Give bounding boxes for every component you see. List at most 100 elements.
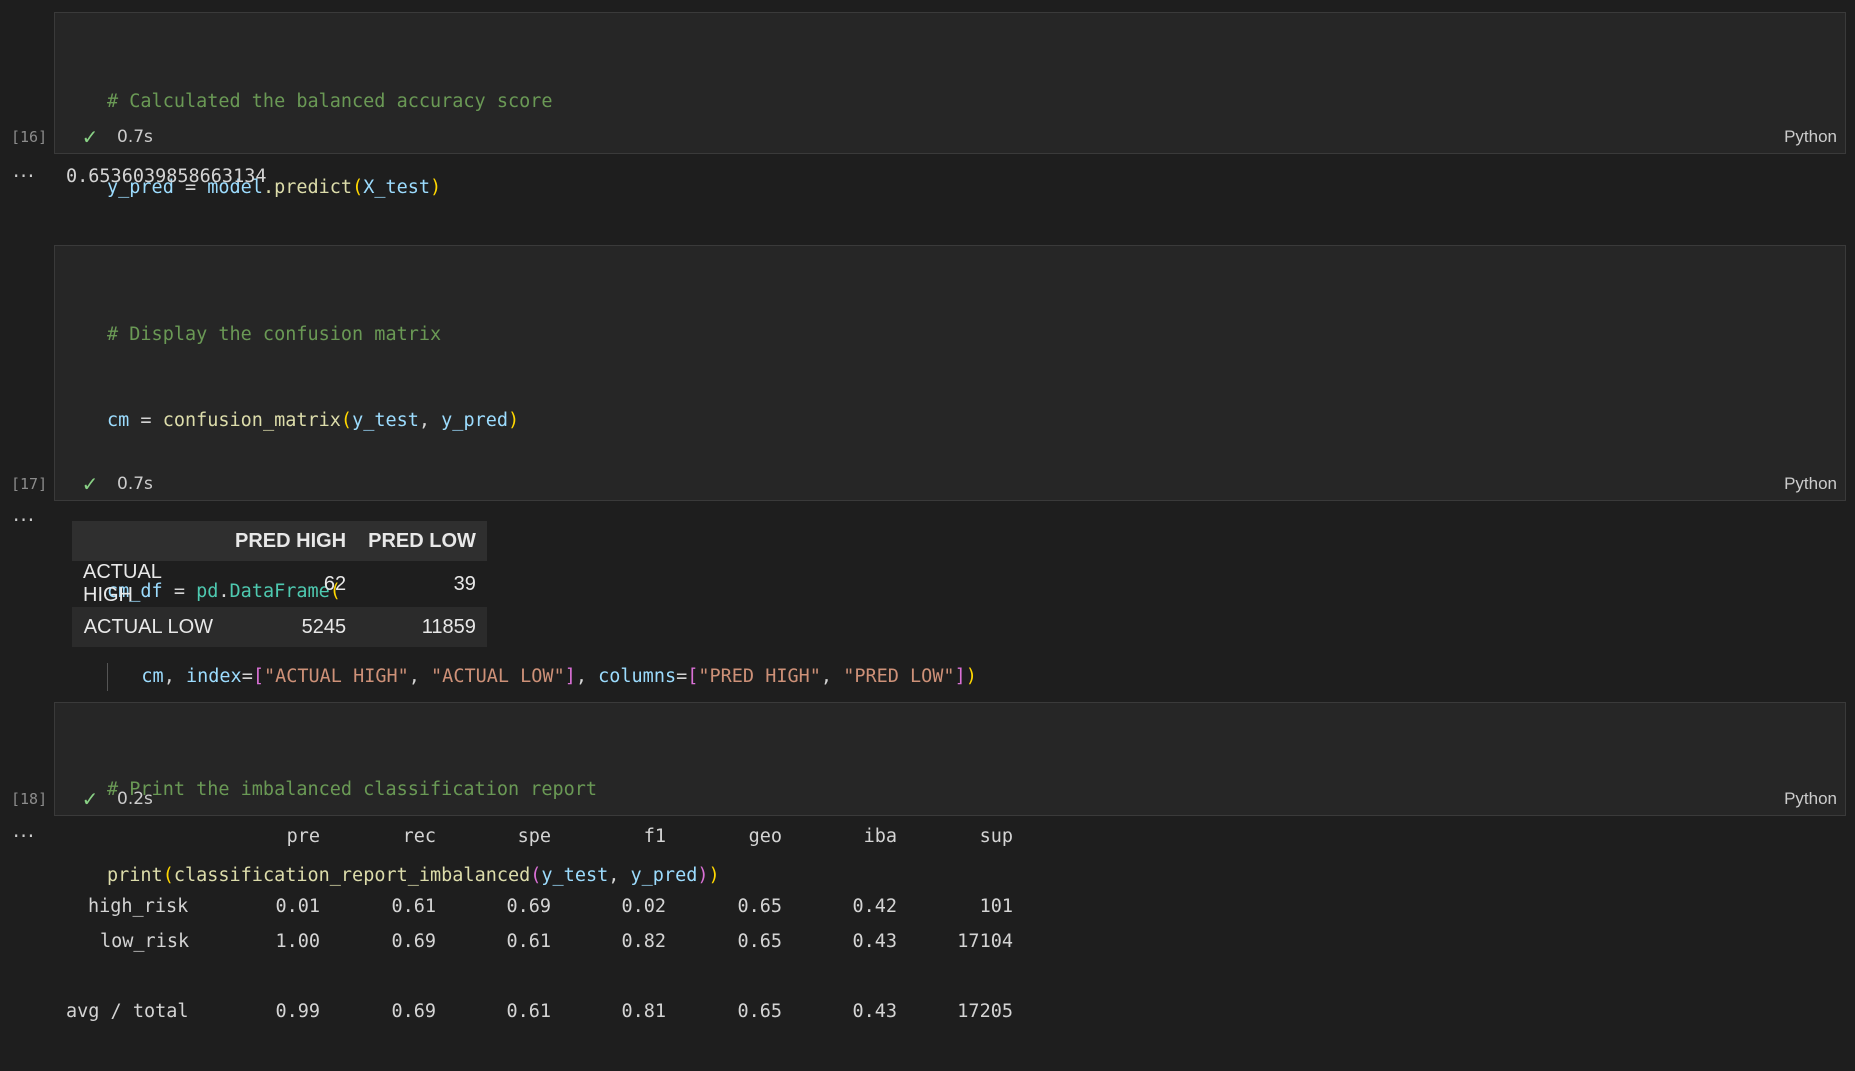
report-row-label: low_risk	[100, 931, 190, 952]
column-header: PRED HIGH	[235, 529, 347, 552]
report-value: 0.61	[506, 1001, 551, 1022]
report-value: 0.42	[852, 896, 897, 917]
row-index: ACTUAL HIGH	[83, 561, 162, 606]
code-token: [	[252, 666, 264, 687]
report-value: 0.65	[737, 896, 782, 917]
dataframe-output: PRED HIGH PRED LOW ACTUAL HIGH 62 39 ACT…	[72, 521, 487, 647]
report-header: f1	[643, 826, 666, 847]
code-token: ,	[418, 409, 442, 431]
report-value: 0.69	[506, 896, 551, 917]
report-header: pre	[286, 826, 320, 847]
report-header: rec	[402, 826, 436, 847]
code-comment: # Print the imbalanced classification re…	[107, 779, 598, 800]
language-indicator[interactable]: Python	[1784, 125, 1837, 149]
report-value: 0.61	[391, 896, 436, 917]
report-header-row: pre rec spe f1 geo iba sup	[66, 826, 1026, 896]
report-value: 0.43	[852, 1001, 897, 1022]
check-icon: ✓	[81, 787, 99, 811]
table-header-row: PRED HIGH PRED LOW	[72, 521, 487, 561]
report-row: avg / total 0.99 0.69 0.61 0.81 0.65 0.4…	[66, 1001, 1026, 1036]
execution-time: 0.7s	[117, 127, 153, 147]
execution-time: 0.2s	[117, 789, 153, 809]
code-token: index	[185, 666, 242, 687]
report-value: 1.00	[275, 931, 320, 952]
language-indicator[interactable]: Python	[1784, 472, 1837, 496]
code-token: "PRED HIGH"	[698, 666, 821, 687]
report-value: 0.01	[275, 896, 320, 917]
report-row-label: high_risk	[88, 896, 189, 917]
code-token: )	[430, 176, 442, 198]
code-token: "PRED LOW"	[843, 666, 955, 687]
code-token: ,	[408, 666, 432, 687]
code-token: X_test	[363, 176, 431, 198]
ellipsis-icon[interactable]: ···	[13, 826, 35, 846]
code-token: (	[340, 409, 353, 431]
table-cell: 39	[453, 572, 476, 595]
check-icon: ✓	[81, 472, 99, 496]
code-token: columns	[598, 666, 677, 687]
report-row-label: avg / total	[66, 1001, 189, 1022]
execution-count: [18]	[11, 790, 48, 808]
code-token: .predict	[262, 176, 353, 198]
report-header: geo	[748, 826, 782, 847]
report-value: 0.02	[621, 896, 666, 917]
execution-time: 0.7s	[117, 474, 153, 494]
cell-status: ✓ 0.7s	[79, 125, 153, 149]
report-header: spe	[517, 826, 551, 847]
report-value: 0.99	[275, 1001, 320, 1022]
report-value: 0.65	[737, 1001, 782, 1022]
code-cell-18[interactable]: # Print the imbalanced classification re…	[54, 702, 1846, 886]
report-value: 0.69	[391, 931, 436, 952]
execution-count: [17]	[11, 475, 48, 493]
table-cell: 62	[323, 572, 347, 595]
language-indicator[interactable]: Python	[1784, 787, 1837, 811]
code-token: =	[129, 409, 163, 431]
ellipsis-icon[interactable]: ···	[13, 166, 35, 186]
report-header: iba	[863, 826, 897, 847]
code-comment: # Calculated the balanced accuracy score	[107, 91, 553, 112]
code-token: ]	[954, 666, 966, 687]
report-value: 0.69	[391, 1001, 436, 1022]
report-value: 17205	[957, 1001, 1013, 1022]
report-value: 0.81	[621, 1001, 666, 1022]
cell-status: ✓ 0.2s	[79, 787, 153, 811]
code-token: =	[241, 666, 253, 687]
report-value: 17104	[957, 931, 1013, 952]
cell-status: ✓ 0.7s	[79, 472, 153, 496]
code-token: y_test	[352, 409, 419, 431]
code-token: )	[508, 409, 520, 431]
code-token: confusion_matrix	[162, 409, 341, 431]
check-icon: ✓	[81, 125, 99, 149]
code-token: )	[965, 666, 977, 687]
code-token: [	[687, 666, 699, 687]
table-row: ACTUAL HIGH 62 39	[72, 561, 487, 607]
code-token: =	[676, 666, 688, 687]
column-header: PRED LOW	[368, 529, 476, 552]
classification-report: pre rec spe f1 geo iba sup high_risk 0.0…	[66, 826, 1026, 1056]
ellipsis-icon[interactable]: ···	[13, 510, 35, 530]
code-token: "ACTUAL HIGH"	[263, 666, 409, 687]
code-token: ]	[564, 666, 576, 687]
code-comment: # Display the confusion matrix	[107, 324, 442, 345]
report-value: 0.82	[621, 931, 666, 952]
code-token: ,	[163, 666, 186, 687]
code-token: "ACTUAL LOW"	[431, 666, 565, 687]
report-value: 0.65	[737, 931, 782, 952]
code-token: ,	[820, 666, 844, 687]
report-header: sup	[979, 826, 1013, 847]
code-cell-17[interactable]: # Display the confusion matrix cm = conf…	[54, 245, 1846, 773]
table-row: ACTUAL LOW 5245 11859	[72, 607, 487, 647]
report-row: high_risk 0.01 0.61 0.69 0.02 0.65 0.42 …	[66, 896, 1026, 931]
report-value: 101	[979, 896, 1013, 917]
code-token: (	[352, 176, 364, 198]
cell-output-text: 0.6536039858663134	[66, 166, 267, 187]
report-value: 0.43	[852, 931, 897, 952]
code-cell-16[interactable]: # Calculated the balanced accuracy score…	[54, 12, 1846, 283]
table-cell: 5245	[301, 615, 347, 638]
code-token: y_pred	[441, 409, 508, 431]
code-token: ,	[575, 666, 599, 687]
table-cell: 11859	[421, 615, 476, 638]
report-value: 0.61	[506, 931, 551, 952]
execution-count: [16]	[11, 128, 48, 146]
code-token: cm	[107, 409, 130, 431]
